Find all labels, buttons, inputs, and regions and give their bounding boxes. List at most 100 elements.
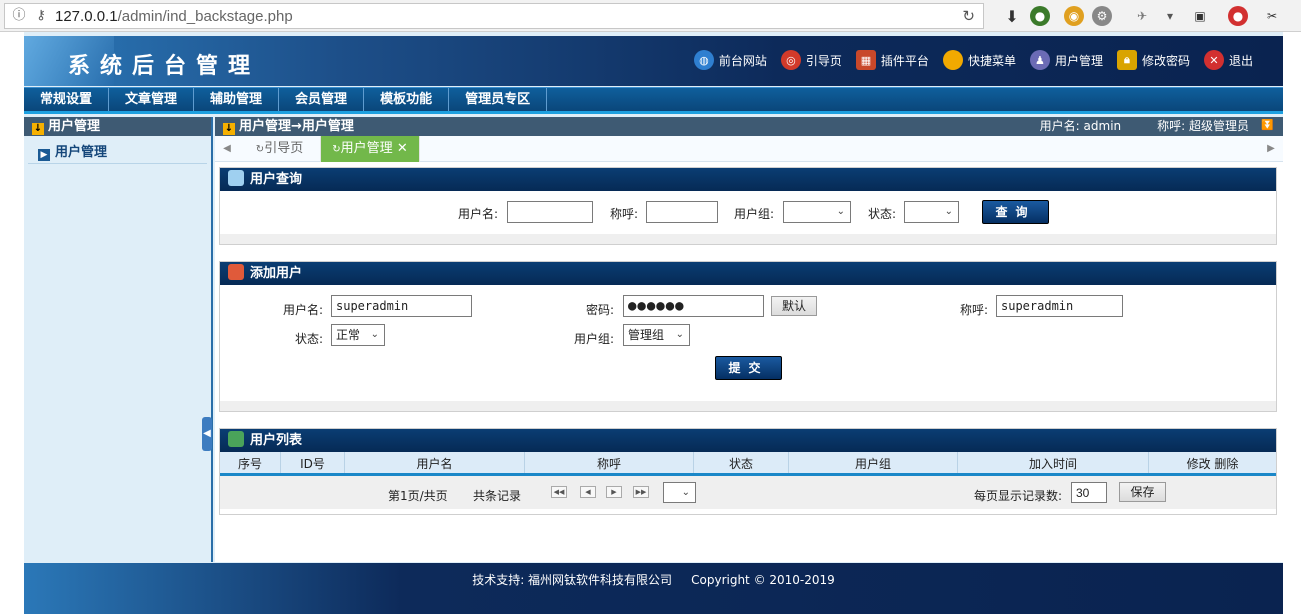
- panel-title: 添加用户: [220, 262, 1276, 285]
- nav-item-auxiliary[interactable]: 辅助管理: [194, 88, 280, 111]
- sidebar-item-user-management[interactable]: ▶ 用户管理: [28, 142, 207, 164]
- query-group-select[interactable]: ⌄: [783, 201, 851, 223]
- lifebuoy-icon: ◎: [780, 50, 801, 70]
- top-link-password[interactable]: 🔒︎ 修改密码: [1116, 50, 1190, 70]
- sidebar-collapse-button[interactable]: ◀: [202, 417, 212, 451]
- admin-app: 系统后台管理 ◍ 前台网站 ◎ 引导页 ▦ 插件平台 快捷菜单 ♟ 用户管理 🔒︎ 修改密…: [24, 32, 1283, 614]
- extension-plane-icon[interactable]: ✈: [1132, 6, 1152, 26]
- chevron-down-icon: ⌄: [681, 487, 690, 498]
- double-chevron-down-icon[interactable]: ⏬: [1261, 120, 1275, 132]
- screenshot-icon[interactable]: ▣: [1190, 6, 1210, 26]
- download-icon[interactable]: ⬇: [1002, 6, 1022, 26]
- column-header[interactable]: 修改 删除: [1149, 452, 1276, 473]
- user-icon: ♟: [1029, 50, 1050, 70]
- info-icon[interactable]: ⓘ: [11, 8, 27, 24]
- tab-guide[interactable]: ↻引导页: [239, 136, 321, 162]
- record-icon[interactable]: ●: [1228, 6, 1248, 26]
- app-title: 系统后台管理: [68, 54, 261, 79]
- add-user-panel: 添加用户 用户名: superadmin 密码: ●●●●●● 默认 称呼: s…: [219, 261, 1277, 412]
- extension-shield-icon[interactable]: ●: [1030, 6, 1050, 26]
- current-username: 用户名: admin: [1039, 119, 1122, 133]
- tab-user-management[interactable]: ↻用户管理 ✕: [321, 136, 420, 162]
- top-link-shortcuts[interactable]: 快捷菜单: [942, 50, 1016, 70]
- query-button[interactable]: 查询: [982, 200, 1049, 224]
- query-status-select[interactable]: ⌄: [904, 201, 959, 223]
- lock-icon: 🔒︎: [1116, 50, 1137, 70]
- refresh-icon: ↻: [255, 144, 265, 155]
- top-link-users[interactable]: ♟ 用户管理: [1029, 50, 1103, 70]
- top-links: ◍ 前台网站 ◎ 引导页 ▦ 插件平台 快捷菜单 ♟ 用户管理 🔒︎ 修改密码 ✕ 退出: [693, 50, 1253, 70]
- pager-page-info: 第1页/共页: [388, 489, 448, 503]
- chevron-down-icon: ⌄: [370, 329, 379, 340]
- user-add-icon: [228, 264, 244, 280]
- chevron-down-icon: ⌄: [675, 329, 684, 340]
- prev-page-icon[interactable]: ◀: [580, 486, 596, 498]
- reload-icon[interactable]: ↻: [962, 7, 975, 25]
- extension-gear-icon[interactable]: ⚙: [1092, 6, 1112, 26]
- user-list-panel: 用户列表 序号 ID号 用户名 称呼 状态 用户组 加入时间 修改 删除 第1页…: [219, 428, 1277, 515]
- column-header[interactable]: 状态: [694, 452, 789, 473]
- main-nav: 常规设置 文章管理 辅助管理 会员管理 模板功能 管理员专区: [24, 87, 1283, 114]
- tab-strip: ◀ ↻引导页 ↻用户管理 ✕ ▶: [215, 136, 1283, 162]
- add-username-input[interactable]: superadmin: [331, 295, 472, 317]
- top-link-frontsite[interactable]: ◍ 前台网站: [693, 50, 767, 70]
- orb-icon: [942, 50, 963, 70]
- users-icon: [228, 431, 244, 447]
- chevron-down-icon: ⌄: [836, 206, 845, 217]
- first-page-icon[interactable]: ◀◀: [551, 486, 567, 498]
- query-nickname-input[interactable]: [646, 201, 718, 223]
- top-link-guide[interactable]: ◎ 引导页: [780, 50, 842, 70]
- nav-item-templates[interactable]: 模板功能: [364, 88, 450, 111]
- panel-title: 用户查询: [220, 168, 1276, 191]
- nav-item-articles[interactable]: 文章管理: [109, 88, 195, 111]
- last-page-icon[interactable]: ▶▶: [633, 486, 649, 498]
- tab-scroll-left-icon[interactable]: ◀: [215, 136, 239, 161]
- top-link-plugins[interactable]: ▦ 插件平台: [855, 50, 929, 70]
- add-status-select[interactable]: 正常 ⌄: [331, 324, 385, 346]
- sidebar-header: ↓ 用户管理: [24, 117, 211, 136]
- submit-button[interactable]: 提交: [715, 356, 782, 380]
- query-username-input[interactable]: [507, 201, 593, 223]
- footer-support: 技术支持: 福州网钛软件科技有限公司: [472, 573, 673, 587]
- footer-copyright: Copyright © 2010-2019: [691, 573, 835, 587]
- add-password-input[interactable]: ●●●●●●: [623, 295, 764, 317]
- nav-item-admin-zone[interactable]: 管理员专区: [449, 88, 548, 111]
- refresh-icon: ↻: [332, 144, 341, 155]
- column-header[interactable]: 用户名: [345, 452, 525, 473]
- top-link-logout[interactable]: ✕ 退出: [1203, 50, 1253, 70]
- per-page-input[interactable]: 30: [1071, 482, 1107, 503]
- globe-icon: ◍: [693, 50, 714, 70]
- column-header[interactable]: 称呼: [525, 452, 694, 473]
- tab-scroll-right-icon[interactable]: ▶: [1259, 136, 1283, 162]
- column-header[interactable]: 序号: [220, 452, 281, 473]
- table-header: 序号 ID号 用户名 称呼 状态 用户组 加入时间 修改 删除: [220, 452, 1276, 476]
- shop-icon: ▦: [855, 50, 876, 70]
- nav-item-members[interactable]: 会员管理: [279, 88, 365, 111]
- close-tab-icon[interactable]: ✕: [397, 141, 408, 156]
- address-bar[interactable]: ⓘ ⚷ 127.0.0.1/admin/ind_backstage.php ↻: [4, 3, 984, 29]
- chrome-icon[interactable]: ◉: [1064, 6, 1084, 26]
- column-header[interactable]: 加入时间: [958, 452, 1149, 473]
- arrow-down-icon: ↓: [32, 123, 44, 135]
- save-button[interactable]: 保存: [1119, 482, 1166, 502]
- tools-icon[interactable]: ✂: [1262, 6, 1282, 26]
- search-icon: [228, 170, 244, 186]
- url-text[interactable]: 127.0.0.1/admin/ind_backstage.php: [55, 8, 293, 25]
- chevron-down-icon[interactable]: ▾: [1160, 6, 1180, 26]
- nav-item-general[interactable]: 常规设置: [24, 88, 110, 111]
- breadcrumb: ↓ 用户管理→用户管理 用户名: admin 称呼: 超级管理员 ⏬: [215, 117, 1283, 136]
- footer: 技术支持: 福州网钛软件科技有限公司 Copyright © 2010-2019: [24, 563, 1283, 614]
- arrow-down-icon: ↓: [223, 123, 235, 135]
- panel-title: 用户列表: [220, 429, 1276, 452]
- add-nickname-input[interactable]: superadmin: [996, 295, 1123, 317]
- next-page-icon[interactable]: ▶: [606, 486, 622, 498]
- key-icon: ⚷: [36, 8, 46, 23]
- column-header[interactable]: 用户组: [789, 452, 958, 473]
- pager-total-info: 共条记录: [473, 489, 522, 503]
- default-password-button[interactable]: 默认: [771, 296, 817, 316]
- column-header[interactable]: ID号: [281, 452, 345, 473]
- page-select[interactable]: ⌄: [663, 482, 696, 503]
- chevron-down-icon: ⌄: [944, 206, 953, 217]
- add-group-select[interactable]: 管理组 ⌄: [623, 324, 690, 346]
- top-banner: 系统后台管理 ◍ 前台网站 ◎ 引导页 ▦ 插件平台 快捷菜单 ♟ 用户管理 🔒︎ 修改密…: [24, 36, 1283, 86]
